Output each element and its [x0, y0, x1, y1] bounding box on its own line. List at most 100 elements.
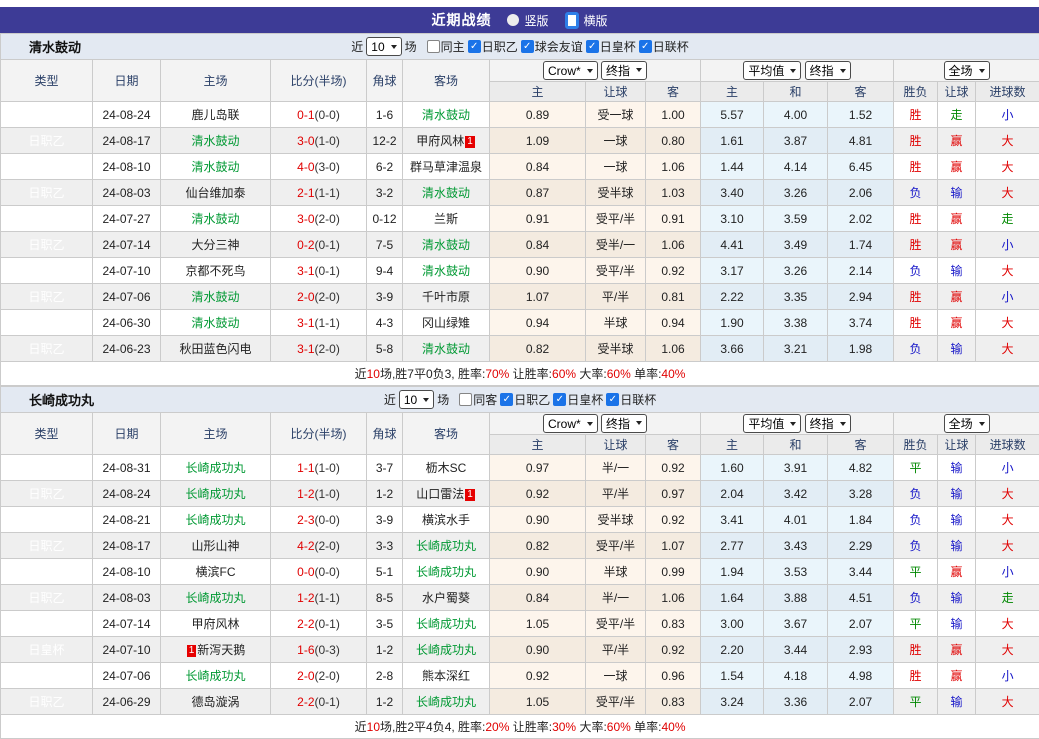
away-team: 千叶市原: [422, 290, 470, 304]
away-team-text: 熊本深红: [422, 669, 470, 683]
home-team: 长崎成功丸: [185, 487, 245, 501]
home-team-cell: 长崎成功丸: [161, 585, 271, 611]
league-checkbox-3[interactable]: ✓日联杯: [639, 38, 689, 55]
chevron-down-icon: [790, 422, 796, 426]
match-row: 日职乙24-08-24鹿儿岛联0-1(0-0)1-6清水鼓动0.89受一球1.0…: [1, 102, 1039, 128]
match-date: 24-06-29: [93, 689, 161, 715]
home-team-cell: 清水鼓动: [161, 154, 271, 180]
col-header-home: 主场: [161, 60, 271, 102]
full-time-score: 4-0: [297, 160, 314, 174]
odds-select-group: Crow* 终指: [490, 60, 701, 82]
handicap-home-odds: 1.09: [490, 128, 586, 154]
avg-draw-odds: 3.43: [764, 533, 828, 559]
sub-col-header-0: 主: [490, 82, 586, 102]
odds-stage-select[interactable]: 终指: [601, 414, 647, 433]
odds-source-select[interactable]: Crow*: [543, 414, 598, 433]
league-checkbox-0[interactable]: ✓日职乙: [468, 38, 518, 55]
handicap-line: 半/一: [586, 585, 646, 611]
league-checkbox-1-label: 日皇杯: [567, 391, 603, 408]
summary-part: 近: [355, 720, 367, 734]
avg-stage-select[interactable]: 终指: [805, 414, 851, 433]
summary-part: 场,胜2平4负4, 胜率:: [380, 720, 485, 734]
away-team: 熊本深红: [422, 669, 470, 683]
handicap-line: 平/半: [586, 637, 646, 663]
sub-col-header-3: 主: [701, 82, 764, 102]
summary-part: 场,胜7平0负3, 胜率:: [380, 367, 485, 381]
away-team: 甲府风林1: [416, 134, 476, 148]
type-badge: 日皇杯: [1, 258, 93, 284]
same-side-checkbox[interactable]: 同客: [459, 391, 497, 408]
full-time-score: 1-2: [297, 487, 314, 501]
away-team: 山口雷法1: [416, 487, 476, 501]
avg-draw-odds: 3.44: [764, 637, 828, 663]
sub-col-header-5: 客: [828, 82, 894, 102]
avg-home-odds: 1.44: [701, 154, 764, 180]
odds-stage-select[interactable]: 终指: [601, 61, 647, 80]
league-checkbox-2[interactable]: ✓日皇杯: [586, 38, 636, 55]
layout-radio-vertical[interactable]: 竖版: [507, 12, 548, 29]
summary-part: 70%: [485, 367, 509, 381]
sub-col-header-1: 让球: [586, 82, 646, 102]
avg-home-odds: 3.66: [701, 336, 764, 362]
result-handicap: 赢: [938, 154, 976, 180]
odds-source-select-value: Crow*: [548, 417, 581, 431]
handicap-line: 半/一: [586, 455, 646, 481]
type-badge: 日职乙: [1, 533, 93, 559]
handicap-away-odds: 0.92: [646, 258, 701, 284]
handicap-line: 受平/半: [586, 611, 646, 637]
result-goals: 大: [976, 154, 1039, 180]
handicap-away-odds: 1.00: [646, 102, 701, 128]
match-row: 日皇杯24-08-21长崎成功丸2-3(0-0)3-9横滨水手0.90受半球0.…: [1, 507, 1039, 533]
type-badge: 日职乙: [1, 559, 93, 585]
home-team: 长崎成功丸: [185, 591, 245, 605]
corner-score: 0-12: [367, 206, 403, 232]
avg-home-odds: 2.22: [701, 284, 764, 310]
handicap-away-odds: 0.92: [646, 507, 701, 533]
match-row: 日职乙24-07-14大分三神0-2(0-1)7-5清水鼓动0.84受半/一1.…: [1, 232, 1039, 258]
scope-select[interactable]: 全场: [944, 414, 990, 433]
away-team-cell: 长崎成功丸: [403, 533, 490, 559]
league-checkbox-0[interactable]: ✓日职乙: [500, 391, 550, 408]
avg-away-odds: 3.28: [828, 481, 894, 507]
league-checkbox-2[interactable]: ✓日联杯: [606, 391, 656, 408]
home-team-cell: 大分三神: [161, 232, 271, 258]
home-team: 德岛漩涡: [191, 695, 239, 709]
away-team: 清水鼓动: [422, 342, 470, 356]
corner-score: 7-5: [367, 232, 403, 258]
checkbox-checked-icon: ✓: [521, 40, 534, 53]
away-team-text: 横滨水手: [422, 513, 470, 527]
checkbox-checked-icon: ✓: [500, 393, 513, 406]
handicap-home-odds: 0.84: [490, 585, 586, 611]
summary-part: 单率:: [631, 367, 662, 381]
odds-source-select[interactable]: Crow*: [543, 61, 598, 80]
home-team: 1新泻天鹅: [186, 643, 246, 657]
team-name: 清水鼓动: [29, 37, 81, 56]
odds-source-select-value: Crow*: [548, 64, 581, 78]
avg-away-odds: 2.94: [828, 284, 894, 310]
same-side-checkbox[interactable]: 同主: [427, 38, 465, 55]
away-team: 横滨水手: [422, 513, 470, 527]
match-count-select[interactable]: 10: [399, 390, 434, 409]
match-count-select[interactable]: 10: [366, 37, 401, 56]
handicap-home-odds: 0.97: [490, 455, 586, 481]
corner-score: 3-5: [367, 611, 403, 637]
league-checkbox-1[interactable]: ✓球会友谊: [521, 38, 583, 55]
handicap-home-odds: 0.89: [490, 102, 586, 128]
summary-part: 大率:: [576, 367, 607, 381]
scope-select[interactable]: 全场: [944, 61, 990, 80]
match-row: 日职乙24-08-24长崎成功丸1-2(1-0)1-2山口雷法10.92平/半0…: [1, 481, 1039, 507]
avg-source-select[interactable]: 平均值: [743, 414, 801, 433]
league-checkbox-1[interactable]: ✓日皇杯: [553, 391, 603, 408]
score-cell: 3-0(1-0): [271, 128, 367, 154]
match-count-select-value: 10: [371, 40, 384, 54]
avg-source-select[interactable]: 平均值: [743, 61, 801, 80]
sub-col-header-5: 客: [828, 435, 894, 455]
corner-score: 3-3: [367, 533, 403, 559]
half-time-score: (3-0): [315, 160, 340, 174]
handicap-away-odds: 0.80: [646, 128, 701, 154]
type-badge: 日职乙: [1, 336, 93, 362]
layout-radio-horizontal[interactable]: 横版: [565, 12, 608, 29]
avg-stage-select[interactable]: 终指: [805, 61, 851, 80]
half-time-score: (2-0): [315, 539, 340, 553]
handicap-away-odds: 1.06: [646, 232, 701, 258]
